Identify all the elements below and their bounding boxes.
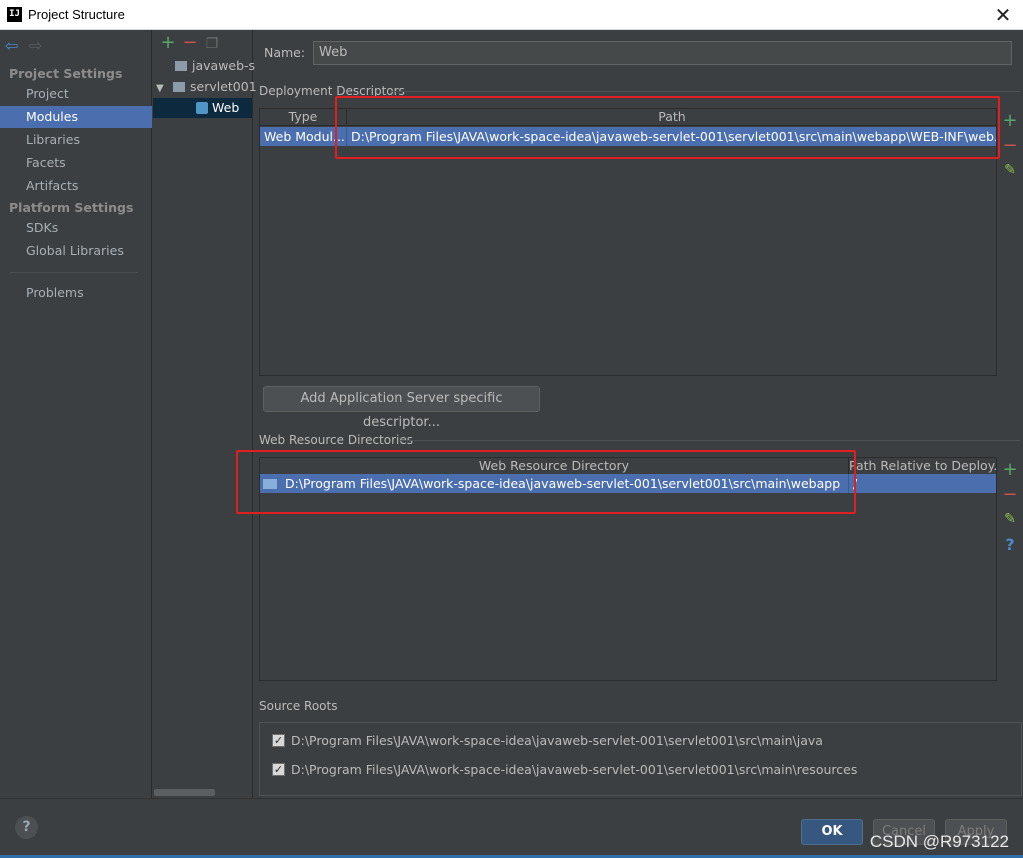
checkbox-checked[interactable]: ✓ (272, 734, 285, 747)
name-label: Name: (264, 45, 306, 60)
descriptor-type-cell: Web Modul... (260, 127, 347, 146)
add-server-descriptor-button[interactable]: Add Application Server specific descript… (263, 386, 540, 430)
table-header: Type Path (260, 109, 996, 126)
sidebar-item-modules[interactable]: Modules (0, 106, 152, 128)
help-icon[interactable]: ? (15, 816, 38, 839)
deployment-descriptors-title: Deployment Descriptors (259, 84, 405, 98)
source-roots-list: ✓ D:\Program Files\JAVA\work-space-idea\j… (259, 722, 1022, 796)
web-resource-table: Web Resource Directory Path Relative to … (259, 457, 997, 681)
sidebar-item-problems[interactable]: Problems (0, 282, 152, 304)
web-resource-directories-title: Web Resource Directories (259, 433, 413, 447)
tree-item-servlet001[interactable]: ▼ servlet001 (156, 77, 257, 97)
web-resource-dir-cell: D:\Program Files\JAVA\work-space-idea\ja… (260, 474, 849, 493)
sidebar-item-project[interactable]: Project (0, 83, 152, 105)
table-header: Web Resource Directory Path Relative to … (260, 458, 996, 475)
tree-horizontal-scrollbar[interactable] (154, 789, 215, 796)
tree-item-web-facet[interactable]: Web (153, 98, 252, 118)
path-relative-cell: / (849, 474, 996, 493)
edit-pencil-icon[interactable]: ✎ (997, 158, 1023, 183)
sidebar-divider (10, 272, 138, 273)
deployment-table-tools: + − ✎ (997, 108, 1023, 183)
remove-icon[interactable]: − (997, 482, 1023, 507)
close-icon[interactable]: ✕ (991, 3, 1015, 27)
module-tree: + − ❐ javaweb-s ▼ servlet001 Web (153, 30, 257, 798)
source-roots-title: Source Roots (259, 699, 338, 713)
back-arrow-icon[interactable]: ⇦ (5, 36, 25, 55)
tree-item-javaweb[interactable]: javaweb-s (175, 56, 255, 76)
nav-arrows: ⇦ ⇨ (5, 36, 49, 55)
add-icon[interactable]: + (997, 108, 1023, 133)
web-resource-table-tools: + − ✎ ? (997, 457, 1023, 557)
sidebar-item-global-libraries[interactable]: Global Libraries (0, 240, 152, 262)
add-icon[interactable]: + (997, 457, 1023, 482)
add-icon[interactable]: + (157, 32, 179, 53)
sidebar-item-facets[interactable]: Facets (0, 152, 152, 174)
remove-icon[interactable]: − (179, 32, 201, 53)
group-divider (390, 91, 1020, 92)
copy-icon[interactable]: ❐ (201, 36, 223, 52)
intellij-app-icon: IJ (7, 7, 22, 22)
table-row[interactable]: Web Modul... D:\Program Files\JAVA\work-… (260, 127, 996, 146)
descriptor-path-cell: D:\Program Files\JAVA\work-space-idea\ja… (347, 127, 996, 146)
module-folder-icon (173, 81, 185, 92)
source-root-item[interactable]: ✓ D:\Program Files\JAVA\work-space-idea\j… (272, 760, 857, 780)
window-title: Project Structure (28, 7, 125, 22)
dialog-footer: ? OK Cancel Apply CSDN @R973122 (0, 798, 1023, 858)
platform-settings-header: Platform Settings (9, 200, 134, 215)
window-titlebar: IJ Project Structure ✕ (0, 0, 1023, 30)
tree-toolbar: + − ❐ (157, 32, 223, 56)
facet-name-input[interactable]: Web (313, 41, 1012, 65)
sidebar-item-artifacts[interactable]: Artifacts (0, 175, 152, 197)
web-facet-icon (196, 101, 208, 114)
deployment-descriptors-table: Type Path Web Modul... D:\Program Files\… (259, 108, 997, 376)
expand-triangle-icon[interactable]: ▼ (156, 79, 173, 99)
module-folder-icon (175, 60, 187, 71)
ok-button[interactable]: OK (801, 819, 863, 845)
settings-sidebar: ⇦ ⇨ Project Settings Project Modules Libr… (0, 30, 152, 798)
web-folder-icon (263, 478, 277, 489)
source-root-item[interactable]: ✓ D:\Program Files\JAVA\work-space-idea\j… (272, 731, 823, 751)
column-header-web-resource-directory[interactable]: Web Resource Directory (260, 458, 849, 475)
edit-pencil-icon[interactable]: ✎ (997, 507, 1023, 532)
remove-icon[interactable]: − (997, 133, 1023, 158)
table-row[interactable]: D:\Program Files\JAVA\work-space-idea\ja… (260, 474, 996, 493)
column-header-path[interactable]: Path (347, 109, 996, 126)
column-header-type[interactable]: Type (260, 109, 347, 126)
project-settings-header: Project Settings (9, 66, 123, 81)
sidebar-item-libraries[interactable]: Libraries (0, 129, 152, 151)
sidebar-item-sdks[interactable]: SDKs (0, 217, 152, 239)
forward-arrow-icon[interactable]: ⇨ (29, 36, 49, 55)
csdn-watermark: CSDN @R973122 (869, 832, 1009, 851)
column-header-path-relative[interactable]: Path Relative to Deploy... (849, 458, 996, 475)
checkbox-checked[interactable]: ✓ (272, 763, 285, 776)
group-divider (398, 440, 1020, 441)
help-question-icon[interactable]: ? (997, 532, 1023, 557)
